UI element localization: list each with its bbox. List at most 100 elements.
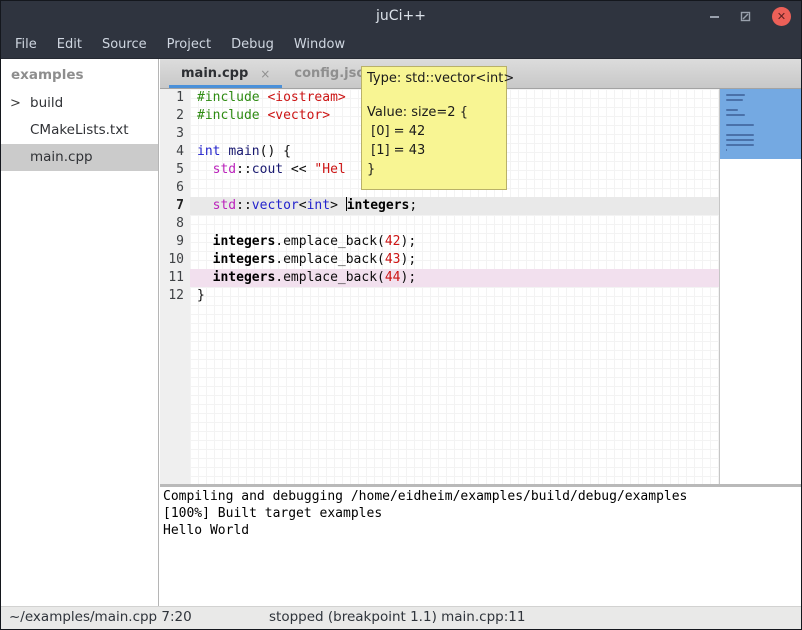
code-line: integers.emplace_back(44); [190, 269, 719, 287]
minimap-line [726, 114, 745, 116]
code-token: int [307, 198, 330, 213]
code-token: <vector> [267, 108, 330, 123]
code-token: } [197, 288, 205, 303]
code-token [197, 198, 213, 213]
output-line: Compiling and debugging /home/eidheim/ex… [163, 488, 798, 505]
code-token: cout [252, 162, 283, 177]
line-number: 10 [160, 251, 190, 269]
menu-item-project[interactable]: Project [157, 31, 221, 58]
tab-close-icon[interactable]: × [260, 67, 270, 81]
code-token: std [213, 198, 236, 213]
code-token: ( [377, 270, 385, 285]
code-token: ); [401, 234, 417, 249]
line-number: 12 [160, 287, 190, 305]
menu-item-file[interactable]: File [5, 31, 47, 58]
tree-item-label: build [30, 95, 63, 111]
code-token: integers [213, 234, 276, 249]
code-line: std::vector<int> integers; [190, 197, 719, 215]
code-token: integers [213, 270, 276, 285]
tree-item-cmakelists.txt[interactable]: CMakeLists.txt [1, 117, 158, 144]
tree-item-build[interactable]: > build [1, 90, 158, 117]
code-token: integers [213, 252, 276, 267]
line-number: 8 [160, 215, 190, 233]
minimap-viewport[interactable] [720, 89, 801, 159]
output-terminal[interactable]: Compiling and debugging /home/eidheim/ex… [160, 487, 801, 606]
code-token: #include [197, 90, 260, 105]
code-token: ; [409, 198, 417, 213]
line-number: 1 [160, 89, 190, 107]
code-token: ( [377, 252, 385, 267]
line-number: 9 [160, 233, 190, 251]
code-token: vector [252, 198, 299, 213]
tab-main.cpp[interactable]: main.cpp × [169, 59, 282, 88]
tooltip-line: Value: size=2 { [367, 103, 501, 122]
status-file-position: ~/examples/main.cpp 7:20 [9, 609, 192, 625]
line-number: 4 [160, 143, 190, 161]
code-token: :: [236, 162, 252, 177]
minimap-line [726, 99, 743, 101]
line-number: 3 [160, 125, 190, 143]
code-token: ); [401, 270, 417, 285]
minimap-line [726, 124, 754, 126]
minimap-line [726, 139, 754, 141]
code-token: . [275, 270, 283, 285]
code-token: #include [197, 108, 260, 123]
code-token: main [228, 144, 259, 159]
tooltip-line: Type: std::vector<int> [367, 69, 501, 88]
minimize-button[interactable] [710, 1, 719, 31]
menu-item-debug[interactable]: Debug [221, 31, 284, 58]
code-token: < [299, 198, 307, 213]
line-number: 5 [160, 161, 190, 179]
minimap-line [726, 144, 754, 146]
tree-item-label: CMakeLists.txt [30, 122, 129, 138]
minimap[interactable] [719, 89, 801, 484]
window-controls: ✕ [710, 1, 791, 31]
file-tree-root: examples [1, 59, 158, 90]
line-number: 6 [160, 179, 190, 197]
status-bar: ~/examples/main.cpp 7:20 stopped (breakp… [1, 606, 801, 629]
tree-item-main.cpp[interactable]: main.cpp [1, 144, 158, 171]
chevron-right-icon[interactable]: > [10, 90, 21, 117]
tab-label: main.cpp [181, 66, 248, 81]
code-token: 44 [385, 270, 401, 285]
code-token: () { [260, 144, 291, 159]
code-token: ); [401, 252, 417, 267]
output-line: Hello World [163, 522, 798, 539]
code-token: emplace_back [283, 270, 377, 285]
menu-item-edit[interactable]: Edit [47, 31, 92, 58]
line-number: 2 [160, 107, 190, 125]
code-token: emplace_back [283, 234, 377, 249]
minimap-line [726, 149, 727, 151]
menu-bar: FileEditSourceProjectDebugWindow [1, 31, 801, 59]
code-line: integers.emplace_back(43); [190, 251, 719, 269]
menu-item-window[interactable]: Window [284, 31, 355, 58]
code-token [197, 252, 213, 267]
minimap-line [726, 134, 754, 136]
tooltip-line: [1] = 43 [367, 141, 501, 160]
restore-icon [740, 11, 751, 22]
code-token: . [275, 252, 283, 267]
minimap-line [726, 94, 745, 96]
tooltip-line: [0] = 42 [367, 122, 501, 141]
code-token: "Hel [314, 162, 345, 177]
code-line: integers.emplace_back(42); [190, 233, 719, 251]
code-token: int [197, 144, 220, 159]
minimap-line [726, 109, 738, 111]
code-token: integers [347, 198, 410, 213]
code-token [197, 234, 213, 249]
code-token: 42 [385, 234, 401, 249]
line-number-gutter[interactable]: 123456789101112 [160, 89, 190, 484]
line-number: 11 [160, 269, 190, 287]
debug-value-tooltip: Type: std::vector<int>Value: size=2 { [0… [361, 66, 507, 190]
restore-button[interactable] [740, 11, 751, 22]
code-token: ( [377, 234, 385, 249]
code-token: . [275, 234, 283, 249]
juci-window: juCi++ ✕ FileEditSourceProjectDebugWindo… [0, 0, 802, 630]
code-token [197, 162, 213, 177]
file-tree-panel: examples > build CMakeLists.txt main.cpp [1, 59, 159, 606]
code-token: << [283, 162, 314, 177]
menu-item-source[interactable]: Source [92, 31, 157, 58]
code-token: std [213, 162, 236, 177]
code-line: } [190, 287, 719, 305]
close-button[interactable]: ✕ [772, 7, 791, 26]
